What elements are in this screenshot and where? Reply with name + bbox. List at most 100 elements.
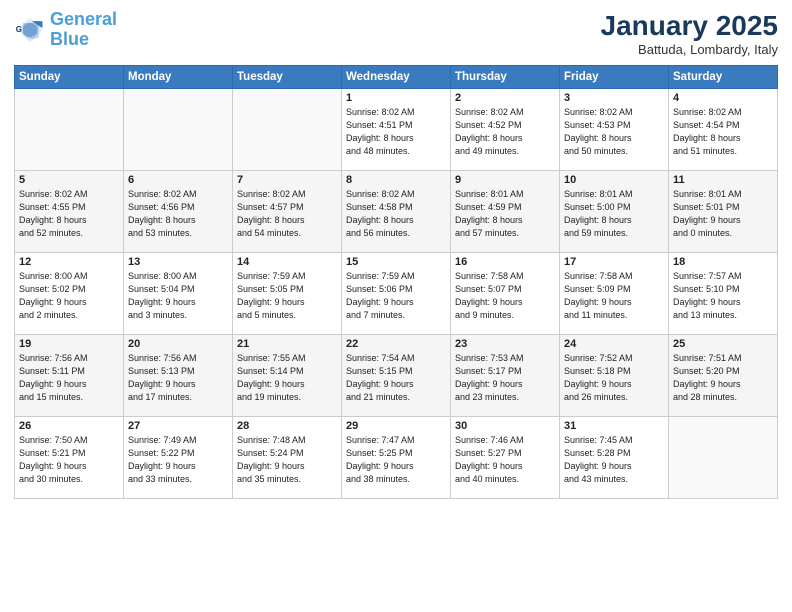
day-number: 22 [346, 338, 446, 350]
day-number: 28 [237, 420, 337, 432]
day-info: Sunrise: 7:52 AMSunset: 5:18 PMDaylight:… [564, 352, 664, 404]
calendar-cell: 23 Sunrise: 7:53 AMSunset: 5:17 PMDayligh… [451, 335, 560, 417]
calendar-cell: 15 Sunrise: 7:59 AMSunset: 5:06 PMDayligh… [342, 253, 451, 335]
day-info: Sunrise: 7:50 AMSunset: 5:21 PMDaylight:… [19, 434, 119, 486]
header: G General Blue January 2025 Battuda, Lom… [14, 10, 778, 57]
day-info: Sunrise: 8:00 AMSunset: 5:04 PMDaylight:… [128, 270, 228, 322]
calendar-cell: 18Sunrise: 7:57 AMSunset: 5:10 PMDayligh… [669, 253, 778, 335]
calendar-cell [233, 89, 342, 171]
calendar-cell: 28 Sunrise: 7:48 AMSunset: 5:24 PMDayligh… [233, 417, 342, 499]
title-block: January 2025 Battuda, Lombardy, Italy [601, 10, 778, 57]
location: Battuda, Lombardy, Italy [601, 42, 778, 57]
day-info: Sunrise: 7:49 AMSunset: 5:22 PMDaylight:… [128, 434, 228, 486]
calendar-cell: 4 Sunrise: 8:02 AMSunset: 4:54 PMDaylight… [669, 89, 778, 171]
calendar-cell: 13Sunrise: 8:00 AMSunset: 5:04 PMDayligh… [124, 253, 233, 335]
day-info: Sunrise: 7:59 AMSunset: 5:05 PMDaylight:… [237, 270, 337, 322]
day-number: 29 [346, 420, 446, 432]
weekday-header-friday: Friday [560, 66, 669, 89]
day-number: 19 [19, 338, 119, 350]
week-row-3: 12 Sunrise: 8:00 AMSunset: 5:02 PMDayligh… [15, 253, 778, 335]
month-title: January 2025 [601, 10, 778, 42]
calendar-cell: 14 Sunrise: 7:59 AMSunset: 5:05 PMDayligh… [233, 253, 342, 335]
day-info: Sunrise: 7:54 AMSunset: 5:15 PMDaylight:… [346, 352, 446, 404]
calendar-cell: 2 Sunrise: 8:02 AMSunset: 4:52 PMDaylight… [451, 89, 560, 171]
weekday-header-wednesday: Wednesday [342, 66, 451, 89]
calendar-cell: 29Sunrise: 7:47 AMSunset: 5:25 PMDayligh… [342, 417, 451, 499]
calendar-cell: 22 Sunrise: 7:54 AMSunset: 5:15 PMDayligh… [342, 335, 451, 417]
day-number: 23 [455, 338, 555, 350]
calendar-cell: 31 Sunrise: 7:45 AMSunset: 5:28 PMDayligh… [560, 417, 669, 499]
calendar-table: SundayMondayTuesdayWednesdayThursdayFrid… [14, 65, 778, 499]
day-number: 25 [673, 338, 773, 350]
calendar-cell: 17 Sunrise: 7:58 AMSunset: 5:09 PMDayligh… [560, 253, 669, 335]
calendar-cell: 7Sunrise: 8:02 AMSunset: 4:57 PMDaylight… [233, 171, 342, 253]
calendar-cell [15, 89, 124, 171]
day-info: Sunrise: 7:56 AMSunset: 5:11 PMDaylight:… [19, 352, 119, 404]
day-info: Sunrise: 7:58 AMSunset: 5:09 PMDaylight:… [564, 270, 664, 322]
calendar-cell [669, 417, 778, 499]
day-info: Sunrise: 8:01 AMSunset: 5:01 PMDaylight:… [673, 188, 773, 240]
week-row-2: 5Sunrise: 8:02 AMSunset: 4:55 PMDaylight… [15, 171, 778, 253]
day-info: Sunrise: 7:48 AMSunset: 5:24 PMDaylight:… [237, 434, 337, 486]
day-number: 15 [346, 256, 446, 268]
calendar-cell: 26 Sunrise: 7:50 AMSunset: 5:21 PMDayligh… [15, 417, 124, 499]
calendar-cell: 10Sunrise: 8:01 AMSunset: 5:00 PMDayligh… [560, 171, 669, 253]
day-number: 26 [19, 420, 119, 432]
week-row-5: 26 Sunrise: 7:50 AMSunset: 5:21 PMDayligh… [15, 417, 778, 499]
day-number: 10 [564, 174, 664, 186]
logo-text: General Blue [50, 10, 117, 50]
weekday-header-thursday: Thursday [451, 66, 560, 89]
day-number: 8 [346, 174, 446, 186]
day-number: 9 [455, 174, 555, 186]
day-number: 27 [128, 420, 228, 432]
day-number: 16 [455, 256, 555, 268]
day-info: Sunrise: 8:00 AMSunset: 5:02 PMDaylight:… [19, 270, 119, 322]
day-number: 2 [455, 92, 555, 104]
page: G General Blue January 2025 Battuda, Lom… [0, 0, 792, 612]
calendar-cell: 25 Sunrise: 7:51 AMSunset: 5:20 PMDayligh… [669, 335, 778, 417]
calendar-cell: 27 Sunrise: 7:49 AMSunset: 5:22 PMDayligh… [124, 417, 233, 499]
day-number: 12 [19, 256, 119, 268]
weekday-header-tuesday: Tuesday [233, 66, 342, 89]
day-info: Sunrise: 7:46 AMSunset: 5:27 PMDaylight:… [455, 434, 555, 486]
day-number: 6 [128, 174, 228, 186]
day-number: 18 [673, 256, 773, 268]
day-info: Sunrise: 7:51 AMSunset: 5:20 PMDaylight:… [673, 352, 773, 404]
calendar-cell [124, 89, 233, 171]
weekday-header-row: SundayMondayTuesdayWednesdayThursdayFrid… [15, 66, 778, 89]
calendar-cell: 12 Sunrise: 8:00 AMSunset: 5:02 PMDayligh… [15, 253, 124, 335]
calendar-cell: 1 Sunrise: 8:02 AMSunset: 4:51 PMDaylight… [342, 89, 451, 171]
day-info: Sunrise: 7:58 AMSunset: 5:07 PMDaylight:… [455, 270, 555, 322]
logo: G General Blue [14, 10, 117, 50]
day-info: Sunrise: 7:53 AMSunset: 5:17 PMDaylight:… [455, 352, 555, 404]
day-number: 31 [564, 420, 664, 432]
day-info: Sunrise: 7:56 AMSunset: 5:13 PMDaylight:… [128, 352, 228, 404]
day-info: Sunrise: 8:02 AMSunset: 4:56 PMDaylight:… [128, 188, 228, 240]
day-number: 17 [564, 256, 664, 268]
day-number: 4 [673, 92, 773, 104]
calendar-cell: 6 Sunrise: 8:02 AMSunset: 4:56 PMDaylight… [124, 171, 233, 253]
weekday-header-sunday: Sunday [15, 66, 124, 89]
day-number: 11 [673, 174, 773, 186]
day-number: 30 [455, 420, 555, 432]
day-number: 1 [346, 92, 446, 104]
week-row-4: 19 Sunrise: 7:56 AMSunset: 5:11 PMDayligh… [15, 335, 778, 417]
day-number: 20 [128, 338, 228, 350]
day-info: Sunrise: 7:45 AMSunset: 5:28 PMDaylight:… [564, 434, 664, 486]
calendar-cell: 21Sunrise: 7:55 AMSunset: 5:14 PMDayligh… [233, 335, 342, 417]
day-info: Sunrise: 7:59 AMSunset: 5:06 PMDaylight:… [346, 270, 446, 322]
day-info: Sunrise: 8:01 AMSunset: 4:59 PMDaylight:… [455, 188, 555, 240]
calendar-cell: 11 Sunrise: 8:01 AMSunset: 5:01 PMDayligh… [669, 171, 778, 253]
logo-line2: Blue [50, 29, 89, 49]
day-info: Sunrise: 8:02 AMSunset: 4:52 PMDaylight:… [455, 106, 555, 158]
day-info: Sunrise: 8:02 AMSunset: 4:51 PMDaylight:… [346, 106, 446, 158]
calendar-cell: 5Sunrise: 8:02 AMSunset: 4:55 PMDaylight… [15, 171, 124, 253]
day-info: Sunrise: 8:02 AMSunset: 4:54 PMDaylight:… [673, 106, 773, 158]
weekday-header-monday: Monday [124, 66, 233, 89]
calendar-cell: 8Sunrise: 8:02 AMSunset: 4:58 PMDaylight… [342, 171, 451, 253]
calendar-cell: 16 Sunrise: 7:58 AMSunset: 5:07 PMDayligh… [451, 253, 560, 335]
calendar-cell: 24Sunrise: 7:52 AMSunset: 5:18 PMDayligh… [560, 335, 669, 417]
day-info: Sunrise: 8:02 AMSunset: 4:57 PMDaylight:… [237, 188, 337, 240]
day-number: 21 [237, 338, 337, 350]
day-number: 14 [237, 256, 337, 268]
